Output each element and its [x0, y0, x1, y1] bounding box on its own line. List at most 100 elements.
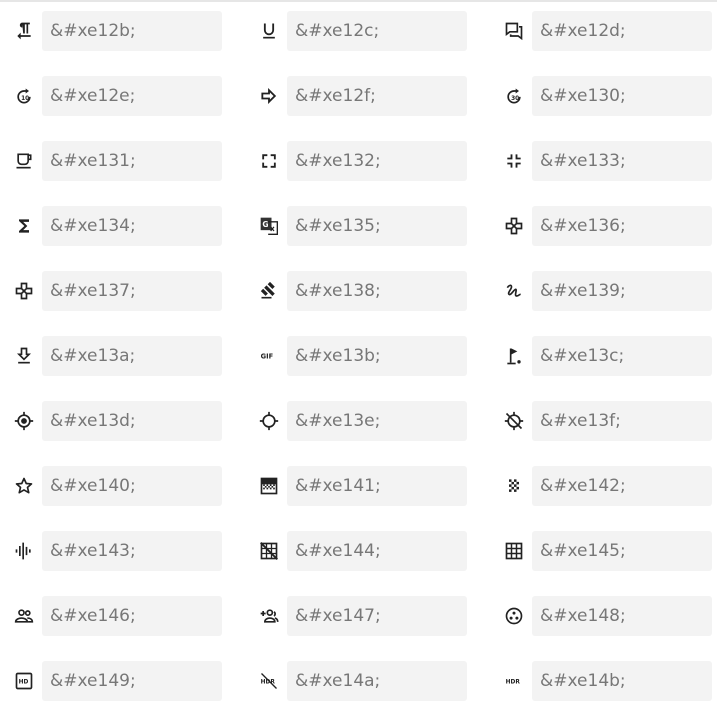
- gps-not-fixed-icon: [258, 410, 280, 432]
- group-icon: [13, 605, 35, 627]
- icon-entry: &#xe137;: [0, 271, 222, 311]
- svg-text:GIF: GIF: [261, 353, 274, 361]
- forward-10-icon: 10: [13, 85, 35, 107]
- grade-star-icon: [13, 475, 35, 497]
- free-breakfast-icon: [13, 150, 35, 172]
- icon-entry: HDR &#xe14a;: [245, 661, 467, 701]
- glyph-code-field[interactable]: &#xe13c;: [532, 336, 712, 376]
- icon-entry: &#xe143;: [0, 531, 222, 571]
- functions-icon: [13, 215, 35, 237]
- glyph-code-field[interactable]: &#xe12b;: [42, 11, 222, 51]
- icon-entry: &#xe12c;: [245, 11, 467, 51]
- icon-grid: &#xe12b; &#xe12c; &#xe12d; 10 &#xe12e; &…: [0, 0, 717, 703]
- glyph-code-field[interactable]: &#xe144;: [287, 531, 467, 571]
- glyph-code-field[interactable]: &#xe149;: [42, 661, 222, 701]
- icon-entry: &#xe140;: [0, 466, 222, 506]
- icon-entry: &#xe132;: [245, 141, 467, 181]
- glyph-code-field[interactable]: &#xe139;: [532, 271, 712, 311]
- icon-entry: HDR &#xe14b;: [490, 661, 712, 701]
- icon-entry: &#xe13f;: [490, 401, 712, 441]
- glyph-code-field[interactable]: &#xe13a;: [42, 336, 222, 376]
- glyph-code-field[interactable]: &#xe132;: [287, 141, 467, 181]
- glyph-code-field[interactable]: &#xe137;: [42, 271, 222, 311]
- gamepad-icon: [503, 215, 525, 237]
- forum-icon: [503, 20, 525, 42]
- icon-entry: &#xe13c;: [490, 336, 712, 376]
- glyph-code-field[interactable]: &#xe140;: [42, 466, 222, 506]
- g-translate-icon: G: [258, 215, 280, 237]
- hdr-on-icon: HDR: [503, 670, 525, 692]
- icon-entry: &#xe12f;: [245, 76, 467, 116]
- icon-entry: &#xe139;: [490, 271, 712, 311]
- gavel-icon: [258, 280, 280, 302]
- glyph-code-field[interactable]: &#xe12d;: [532, 11, 712, 51]
- icon-entry: HD &#xe149;: [0, 661, 222, 701]
- svg-text:10: 10: [21, 96, 29, 102]
- glyph-code-field[interactable]: &#xe13f;: [532, 401, 712, 441]
- fullscreen-exit-icon: [503, 150, 525, 172]
- gif-icon: GIF: [258, 345, 280, 367]
- icon-entry: &#xe13a;: [0, 336, 222, 376]
- icon-entry: &#xe148;: [490, 596, 712, 636]
- hd-icon: HD: [13, 670, 35, 692]
- fullscreen-icon: [258, 150, 280, 172]
- glyph-code-field[interactable]: &#xe147;: [287, 596, 467, 636]
- group-add-icon: [258, 605, 280, 627]
- gesture-icon: [503, 280, 525, 302]
- glyph-code-field[interactable]: &#xe136;: [532, 206, 712, 246]
- glyph-code-field[interactable]: &#xe14b;: [532, 661, 712, 701]
- glyph-code-field[interactable]: &#xe133;: [532, 141, 712, 181]
- glyph-code-field[interactable]: &#xe138;: [287, 271, 467, 311]
- icon-entry: &#xe133;: [490, 141, 712, 181]
- icon-entry: &#xe147;: [245, 596, 467, 636]
- glyph-code-field[interactable]: &#xe130;: [532, 76, 712, 116]
- glyph-code-field[interactable]: &#xe135;: [287, 206, 467, 246]
- games-icon: [13, 280, 35, 302]
- get-app-icon: [13, 345, 35, 367]
- icon-entry: G &#xe135;: [245, 206, 467, 246]
- icon-entry: 30 &#xe130;: [490, 76, 712, 116]
- icon-entry: &#xe145;: [490, 531, 712, 571]
- icon-entry: &#xe12d;: [490, 11, 712, 51]
- glyph-code-field[interactable]: &#xe145;: [532, 531, 712, 571]
- glyph-code-field[interactable]: &#xe12c;: [287, 11, 467, 51]
- glyph-code-field[interactable]: &#xe13e;: [287, 401, 467, 441]
- icon-entry: &#xe13e;: [245, 401, 467, 441]
- glyph-code-field[interactable]: &#xe146;: [42, 596, 222, 636]
- gps-fixed-icon: [13, 410, 35, 432]
- icon-entry: 10 &#xe12e;: [0, 76, 222, 116]
- glyph-code-field[interactable]: &#xe134;: [42, 206, 222, 246]
- glyph-code-field[interactable]: &#xe14a;: [287, 661, 467, 701]
- forward-30-icon: 30: [503, 85, 525, 107]
- format-underlined-icon: [258, 20, 280, 42]
- glyph-code-field[interactable]: &#xe143;: [42, 531, 222, 571]
- svg-text:HD: HD: [19, 680, 29, 686]
- gradient-icon: [258, 475, 280, 497]
- icon-entry: &#xe144;: [245, 531, 467, 571]
- glyph-code-field[interactable]: &#xe12f;: [287, 76, 467, 116]
- svg-text:30: 30: [511, 96, 519, 102]
- grain-icon: [503, 475, 525, 497]
- icon-entry: &#xe136;: [490, 206, 712, 246]
- glyph-code-field[interactable]: &#xe12e;: [42, 76, 222, 116]
- group-work-icon: [503, 605, 525, 627]
- format-textdirection-r-to-l-icon: [13, 20, 35, 42]
- icon-entry: &#xe13d;: [0, 401, 222, 441]
- svg-text:HDR: HDR: [506, 680, 521, 686]
- graphic-eq-icon: [13, 540, 35, 562]
- glyph-code-field[interactable]: &#xe148;: [532, 596, 712, 636]
- glyph-code-field[interactable]: &#xe141;: [287, 466, 467, 506]
- icon-entry: &#xe134;: [0, 206, 222, 246]
- glyph-code-field[interactable]: &#xe13b;: [287, 336, 467, 376]
- glyph-code-field[interactable]: &#xe13d;: [42, 401, 222, 441]
- glyph-code-field[interactable]: &#xe142;: [532, 466, 712, 506]
- icon-entry: &#xe141;: [245, 466, 467, 506]
- glyph-code-field[interactable]: &#xe131;: [42, 141, 222, 181]
- icon-entry: &#xe146;: [0, 596, 222, 636]
- icon-entry: &#xe138;: [245, 271, 467, 311]
- icon-entry: &#xe12b;: [0, 11, 222, 51]
- forward-arrow-icon: [258, 85, 280, 107]
- icon-entry: &#xe131;: [0, 141, 222, 181]
- hdr-off-icon: HDR: [258, 670, 280, 692]
- grid-off-icon: [258, 540, 280, 562]
